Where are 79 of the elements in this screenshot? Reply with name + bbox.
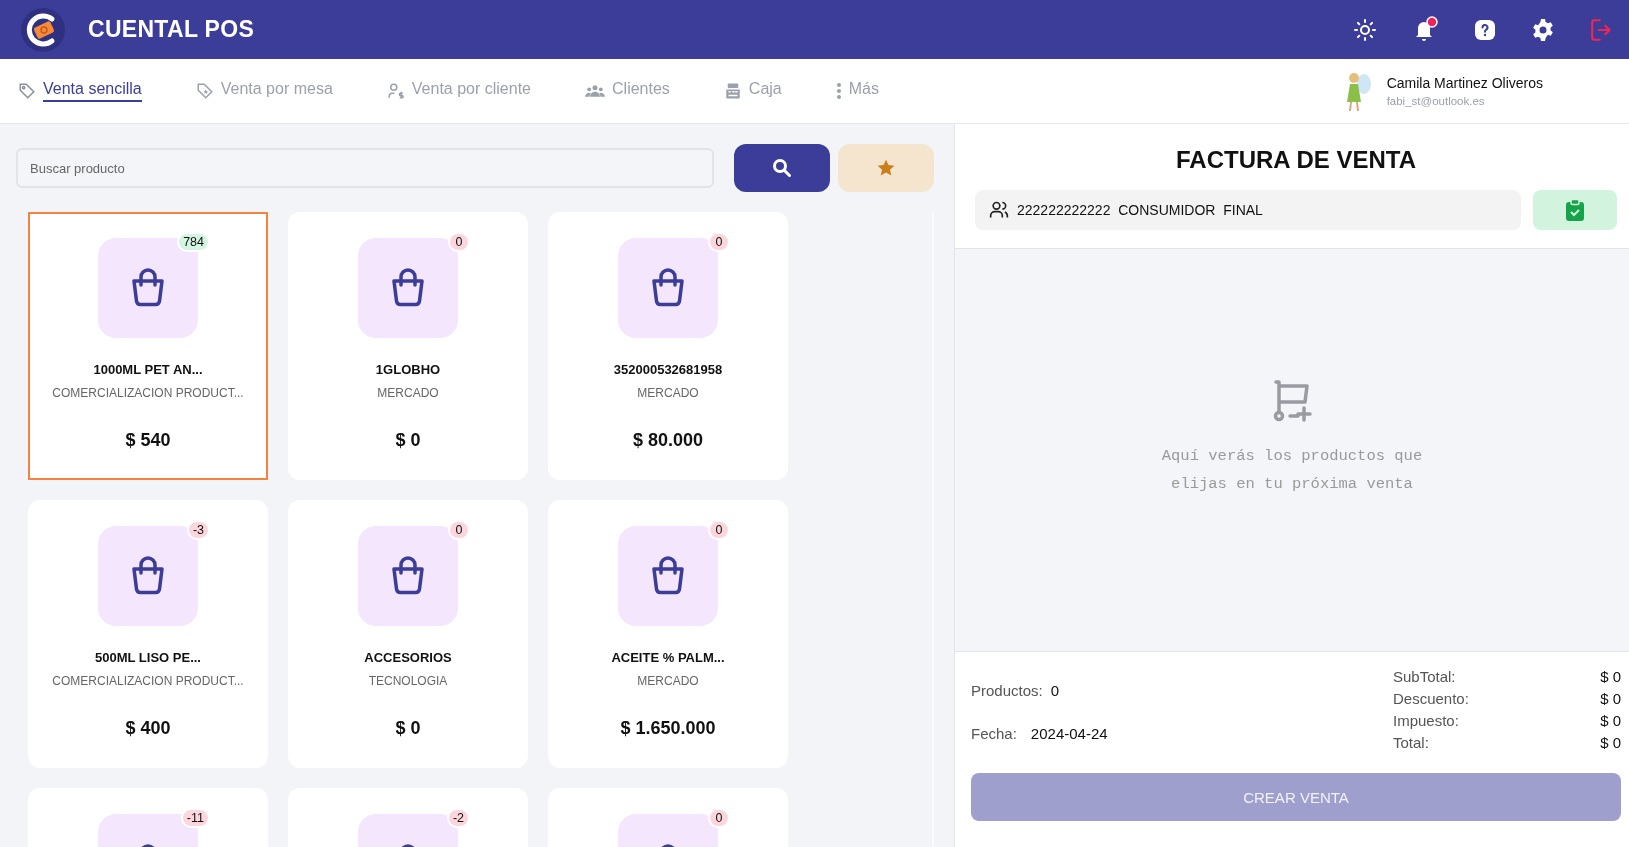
clipboard-check-icon bbox=[1565, 199, 1585, 221]
product-card[interactable]: 0 bbox=[548, 788, 788, 847]
product-category: MERCADO bbox=[637, 386, 699, 400]
shopping-bag-icon bbox=[389, 268, 427, 308]
product-price: $ 540 bbox=[125, 430, 171, 451]
date-label: Fecha: bbox=[971, 724, 1017, 742]
user-email: fabi_st@outlook.es bbox=[1386, 95, 1486, 107]
product-card[interactable]: 0 352000532681958 MERCADO $ 80.000 bbox=[548, 212, 788, 480]
stock-count: 0 bbox=[448, 232, 470, 252]
total-label: SubTotal: bbox=[1393, 668, 1457, 685]
sun-icon[interactable] bbox=[1353, 17, 1377, 42]
product-category: MERCADO bbox=[637, 674, 699, 688]
star-icon bbox=[876, 158, 896, 178]
shopping-bag-icon bbox=[389, 556, 427, 596]
total-label: Total: bbox=[1393, 734, 1430, 751]
stock-count: 0 bbox=[708, 232, 730, 252]
stock-count: 0 bbox=[708, 808, 730, 828]
product-card[interactable]: 0 ACCESORIOS TECNOLOGIA $ 0 bbox=[288, 500, 528, 768]
product-card[interactable]: 0 ACEITE % PALM... MERCADO $ 1.650.000 bbox=[548, 500, 788, 768]
product-card[interactable]: 0 1GLOBHO MERCADO $ 0 bbox=[288, 212, 528, 480]
shopping-bag-icon bbox=[129, 268, 167, 308]
app-title: CUENTAL POS bbox=[88, 16, 255, 43]
product-card[interactable]: -2 bbox=[288, 788, 528, 847]
product-category: TECNOLOGIA bbox=[368, 674, 448, 688]
total-value: $ 0 bbox=[1599, 734, 1621, 751]
cash-register-icon bbox=[723, 82, 742, 100]
product-name: 352000532681958 bbox=[613, 362, 723, 377]
product-category: MERCADO bbox=[377, 386, 439, 400]
total-value: $ 0 bbox=[1599, 668, 1621, 685]
shopping-bag-icon bbox=[129, 556, 167, 596]
settings-icon[interactable] bbox=[1531, 17, 1555, 42]
empty-cart-message: Aquí verás los productos que elijas en tu próxima venta bbox=[1160, 446, 1424, 495]
stock-count: -3 bbox=[186, 520, 210, 540]
product-price: $ 1.650.000 bbox=[620, 718, 716, 739]
nav-tab[interactable]: Venta sencilla bbox=[18, 75, 142, 107]
more-icon bbox=[835, 82, 842, 100]
product-price: $ 0 bbox=[395, 718, 421, 739]
product-card[interactable]: 784 1000ML PET AN... COMERCIALIZACION PRODUCT... $ 540 bbox=[28, 212, 268, 480]
shopping-bag-icon bbox=[649, 556, 687, 596]
help-icon[interactable] bbox=[1473, 17, 1497, 42]
logo-icon bbox=[20, 6, 66, 53]
search-icon bbox=[772, 158, 792, 178]
invoice-title: FACTURA DE VENTA bbox=[1175, 146, 1417, 174]
product-name: 500ML LISO PE... bbox=[95, 650, 201, 665]
product-category: COMERCIALIZACION PRODUCT... bbox=[52, 386, 244, 400]
shopping-bag-icon bbox=[649, 268, 687, 308]
product-name: ACEITE % PALM... bbox=[611, 650, 725, 665]
search-field[interactable]: Buscar producto bbox=[16, 148, 714, 188]
product-card[interactable]: -3 500ML LISO PE... COMERCIALIZACION PRODUCT... $ 400 bbox=[28, 500, 268, 768]
customer-field[interactable]: 222222222222 CONSUMIDOR FINAL bbox=[975, 190, 1521, 230]
product-price: $ 0 bbox=[395, 430, 421, 451]
stock-count: 784 bbox=[177, 232, 210, 252]
stock-count: -11 bbox=[180, 808, 210, 828]
products-count: 0 bbox=[1050, 681, 1060, 699]
total-label: Impuesto: bbox=[1393, 712, 1460, 729]
product-name: ACCESORIOS bbox=[364, 650, 452, 665]
tag-star-icon bbox=[195, 82, 214, 100]
tag-icon bbox=[18, 82, 36, 100]
product-category: COMERCIALIZACION PRODUCT... bbox=[52, 674, 244, 688]
total-value: $ 0 bbox=[1599, 690, 1621, 707]
product-price: $ 400 bbox=[125, 718, 171, 739]
product-name: 1GLOBHO bbox=[375, 362, 441, 377]
stock-count: 0 bbox=[448, 520, 470, 540]
stock-count: -2 bbox=[446, 808, 470, 828]
search-button[interactable] bbox=[734, 144, 830, 192]
user-dollar-icon bbox=[386, 82, 405, 100]
stock-count: 0 bbox=[708, 520, 730, 540]
product-name: 1000ML PET AN... bbox=[93, 362, 203, 377]
users-icon bbox=[989, 200, 1009, 220]
sale-date: 2024-04-24 bbox=[1030, 724, 1108, 742]
total-value: $ 0 bbox=[1599, 712, 1621, 729]
product-price: $ 80.000 bbox=[632, 430, 704, 451]
user-name: Camila Martinez Oliveros bbox=[1386, 75, 1543, 91]
clipboard-button[interactable] bbox=[1533, 190, 1617, 230]
customer-name: 222222222222 CONSUMIDOR FINAL bbox=[1017, 202, 1263, 218]
users-icon bbox=[585, 82, 605, 100]
products-label: Productos: bbox=[971, 681, 1043, 699]
total-label: Descuento: bbox=[1393, 690, 1470, 707]
product-card[interactable]: -11 bbox=[28, 788, 268, 847]
